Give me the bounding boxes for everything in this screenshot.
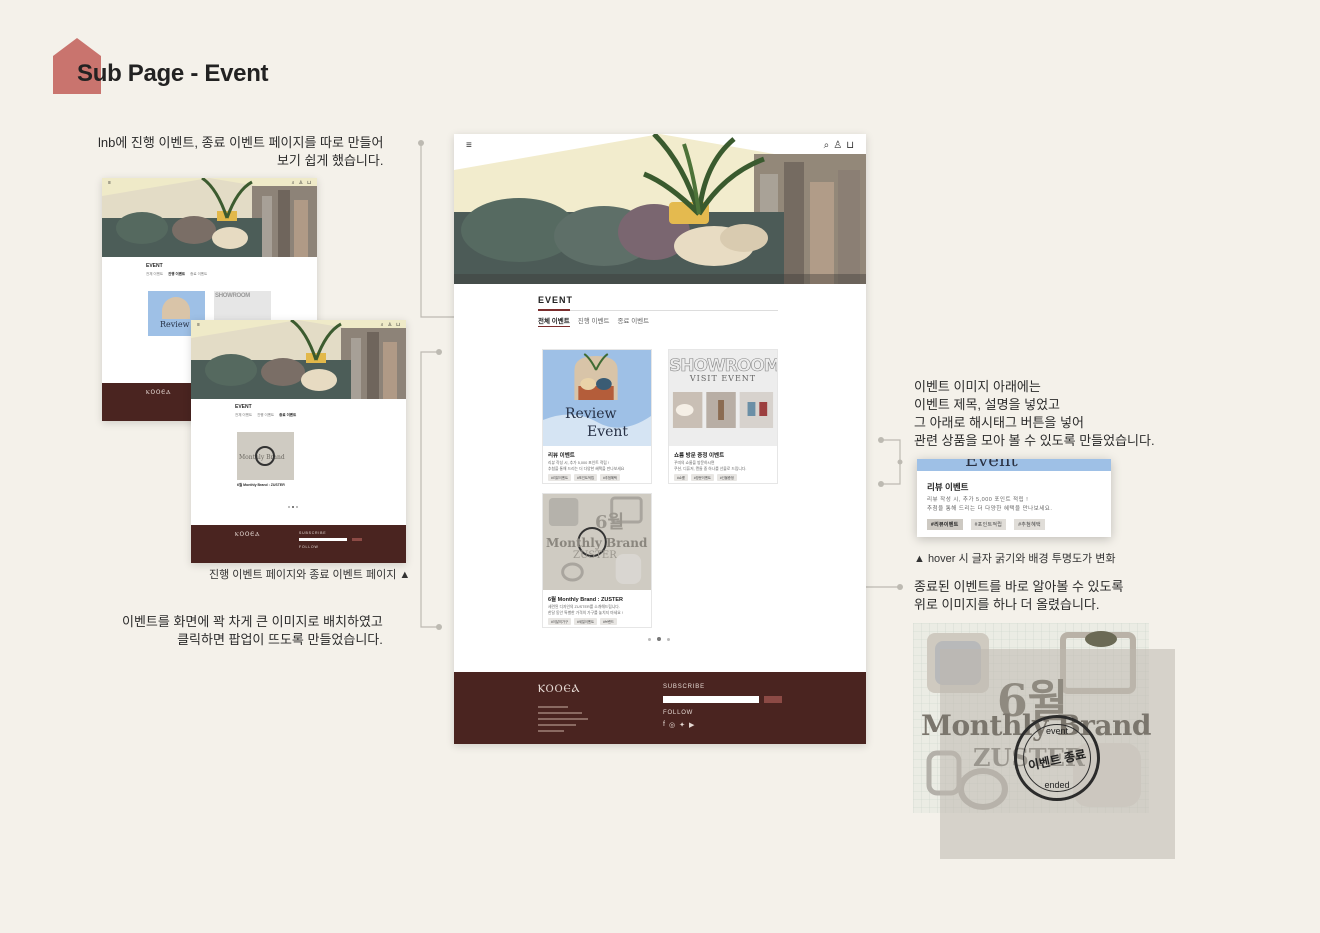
cart-icon[interactable]: ⊔ [307, 180, 311, 186]
user-icon[interactable]: ♙ [833, 140, 842, 151]
twitter-icon[interactable]: ✦ [679, 721, 685, 729]
user-icon[interactable]: ♙ [388, 322, 392, 328]
ended-event-page-thumb: ≡ ⌕ ♙ ⊔ EVENT 전체 이벤트 진행 이벤트 종료 이벤트 Monthly… [191, 320, 406, 563]
tab-ongoing[interactable]: 진행 이벤트 [257, 413, 274, 418]
event-title: 쇼룸 방문 증정 이벤트 [674, 453, 725, 459]
hero-image: ≡ ⌕ ♙ ⊔ [102, 178, 317, 257]
footer-info [538, 706, 588, 736]
footer: ⲔⲞⲞⲈⲀ SUBSCRIBE FOLLOW [191, 525, 406, 563]
event-title: 리뷰 이벤트 [548, 453, 575, 459]
hero-image: ≡ ⌕ ♙ ⊔ [454, 134, 866, 284]
ended-event-image[interactable]: 6월 Monthly Brand ZUSTER event 이벤트 종료 end… [913, 623, 1175, 859]
youtube-icon[interactable]: ▶ [689, 721, 694, 729]
cart-icon[interactable]: ⊔ [846, 140, 854, 151]
hashtag-list: #이달의가구 #세일이벤트 #브랜드 [548, 618, 617, 625]
page-title: Sub Page - Event [77, 60, 269, 87]
hover-card-detail[interactable]: Event 리뷰 이벤트 리뷰 작성 시, 추가 5,000 포인트 적립 ! … [917, 459, 1111, 537]
event-title: 리뷰 이벤트 [927, 482, 969, 492]
event-desc: 리뷰 작성 시, 추가 5,000 포인트 적립 ! 추첨을 통해 드리는 더 … [548, 461, 625, 471]
hashtag-list: #리뷰이벤트 #포인트적립 #추첨혜택 [548, 474, 620, 481]
divider-accent [538, 309, 570, 311]
search-icon[interactable]: ⌕ [381, 322, 384, 328]
user-icon[interactable]: ♙ [299, 180, 303, 186]
tab-all[interactable]: 전체 이벤트 [146, 272, 163, 277]
ended-stamp: event 이벤트 종료 ended [1014, 715, 1100, 801]
hashtag-button[interactable]: #포인트적립 [574, 474, 597, 481]
hashtag-button[interactable]: #이달의가구 [548, 618, 571, 625]
pagination-dots[interactable] [648, 637, 670, 641]
lnb-tabs: 전체 이벤트 진행 이벤트 종료 이벤트 [146, 272, 207, 277]
hashtag-button[interactable]: #선물증정 [716, 474, 737, 481]
event-heading: EVENT [235, 404, 252, 410]
note-ended: 종료된 이벤트를 바로 알아볼 수 있도록 위로 이미지를 하나 더 올렸습니다… [914, 579, 1124, 612]
hashtag-button[interactable]: #리뷰이벤트 [548, 474, 571, 481]
search-icon[interactable]: ⌕ [292, 180, 295, 186]
event-page-main: ≡ ⌕ ♙ ⊔ EVENT 전체 이벤트 진행 이벤트 종료 이벤트 Revie… [454, 134, 866, 744]
instagram-icon[interactable]: ◎ [669, 721, 675, 729]
page-dot-active[interactable] [657, 637, 661, 641]
page-dot[interactable] [667, 637, 670, 641]
note-image: 이벤트를 화면에 꽉 차게 큰 이미지로 배치하였고 클릭하면 팝업이 뜨도록 … [122, 614, 383, 647]
hashtag-list: #쇼룸 #방문이벤트 #선물증정 [674, 474, 737, 481]
footer-logo[interactable]: ⲔⲞⲞⲈⲀ [538, 682, 581, 696]
event-card-showroom[interactable]: SHOWROOM VISIT EVENT 쇼룸 방문 증정 이벤트 꾸띠의 쇼룸… [668, 349, 778, 484]
hashtag-button[interactable]: #방문이벤트 [690, 474, 714, 481]
subscribe-label: SUBSCRIBE [663, 684, 705, 690]
hashtag-button[interactable]: #추첨혜택 [600, 474, 620, 481]
tab-ended[interactable]: 종료 이벤트 [279, 413, 296, 418]
hashtag-button[interactable]: #브랜드 [600, 618, 617, 625]
pagination-dots [288, 506, 298, 508]
social-links: f ◎ ✦ ▶ [663, 721, 694, 729]
menu-icon[interactable]: ≡ [466, 140, 472, 151]
showroom-thumb[interactable]: SHOWROOM [214, 291, 271, 321]
subscribe-input[interactable] [299, 538, 347, 541]
note-desc: 이벤트 이미지 아래에는 이벤트 제목, 설명을 넣었고 그 아래로 해시태그 … [914, 379, 1155, 448]
tab-ended[interactable]: 종료 이벤트 [190, 272, 207, 277]
tab-all[interactable]: 전체 이벤트 [235, 413, 252, 418]
event-image[interactable]: SHOWROOM VISIT EVENT [669, 350, 777, 446]
hashtag-button[interactable]: #포인트적립 [970, 519, 1007, 530]
event-image[interactable]: 6월 Monthly Brand ZUSTER [543, 494, 651, 590]
subscribe-button[interactable] [352, 538, 362, 541]
lnb-tabs: 전체 이벤트 진행 이벤트 종료 이벤트 [538, 315, 649, 327]
lnb-tabs: 전체 이벤트 진행 이벤트 종료 이벤트 [235, 413, 296, 418]
cart-icon[interactable]: ⊔ [396, 322, 400, 328]
tab-ongoing[interactable]: 진행 이벤트 [578, 315, 610, 327]
facebook-icon[interactable]: f [663, 721, 665, 729]
hashtag-button-hover[interactable]: #리뷰이벤트 [927, 519, 963, 530]
event-desc: 꾸띠의 쇼룸을 방문하시면 쿠션, 디퓨저, 캔들 중 하나를 선물로 드립니다… [674, 461, 747, 471]
divider [538, 310, 778, 311]
search-icon[interactable]: ⌕ [824, 140, 830, 151]
ended-brand-thumb[interactable]: Monthly Brand [237, 432, 294, 480]
hashtag-button[interactable]: #세일이벤트 [574, 618, 597, 625]
caption-pages: 진행 이벤트 페이지와 종료 이벤트 페이지 ▲ [209, 569, 411, 581]
event-image[interactable]: Review Event [543, 350, 651, 446]
follow-label: FOLLOW [663, 710, 694, 716]
event-heading: EVENT [146, 263, 163, 269]
event-image-crop: Event [917, 459, 1111, 471]
subscribe-button[interactable] [764, 696, 782, 703]
caption-hover: ▲ hover 시 글자 굵기와 배경 투명도가 변화 [914, 553, 1116, 565]
event-desc: 세련된 디자인의 ZUSTER를 소개해드립니다. 한달 동안 특별한 가격의 … [548, 605, 623, 615]
tab-ongoing[interactable]: 진행 이벤트 [168, 272, 185, 277]
menu-icon[interactable]: ≡ [108, 180, 111, 186]
hashtag-button[interactable]: #쇼룸 [674, 474, 688, 481]
hashtag-list: #리뷰이벤트 #포인트적립 #추첨혜택 [927, 519, 1045, 530]
page-dot[interactable] [648, 637, 651, 641]
hashtag-button[interactable]: #추첨혜택 [1014, 519, 1045, 530]
tab-all[interactable]: 전체 이벤트 [538, 315, 570, 327]
event-desc: 리뷰 작성 시, 추가 5,000 포인트 적립 ! 추첨을 통해 드리는 더 … [927, 497, 1053, 512]
note-lnb: lnb에 진행 이벤트, 종료 이벤트 페이지를 따로 만들어 보기 쉽게 했습… [98, 135, 384, 168]
event-heading: EVENT [538, 295, 574, 305]
menu-icon[interactable]: ≡ [197, 322, 200, 328]
tab-ended[interactable]: 종료 이벤트 [617, 315, 649, 327]
event-card-monthly-brand[interactable]: 6월 Monthly Brand ZUSTER 6월 Monthly Brand… [542, 493, 652, 628]
subscribe-input[interactable] [663, 696, 759, 703]
hero-image: ≡ ⌕ ♙ ⊔ [191, 320, 406, 399]
event-card-review[interactable]: Review Event 리뷰 이벤트 리뷰 작성 시, 추가 5,000 포인… [542, 349, 652, 484]
event-title: 6월 Monthly Brand : ZUSTER [548, 597, 624, 603]
footer: ⲔⲞⲞⲈⲀ SUBSCRIBE FOLLOW f ◎ ✦ ▶ [454, 672, 866, 744]
